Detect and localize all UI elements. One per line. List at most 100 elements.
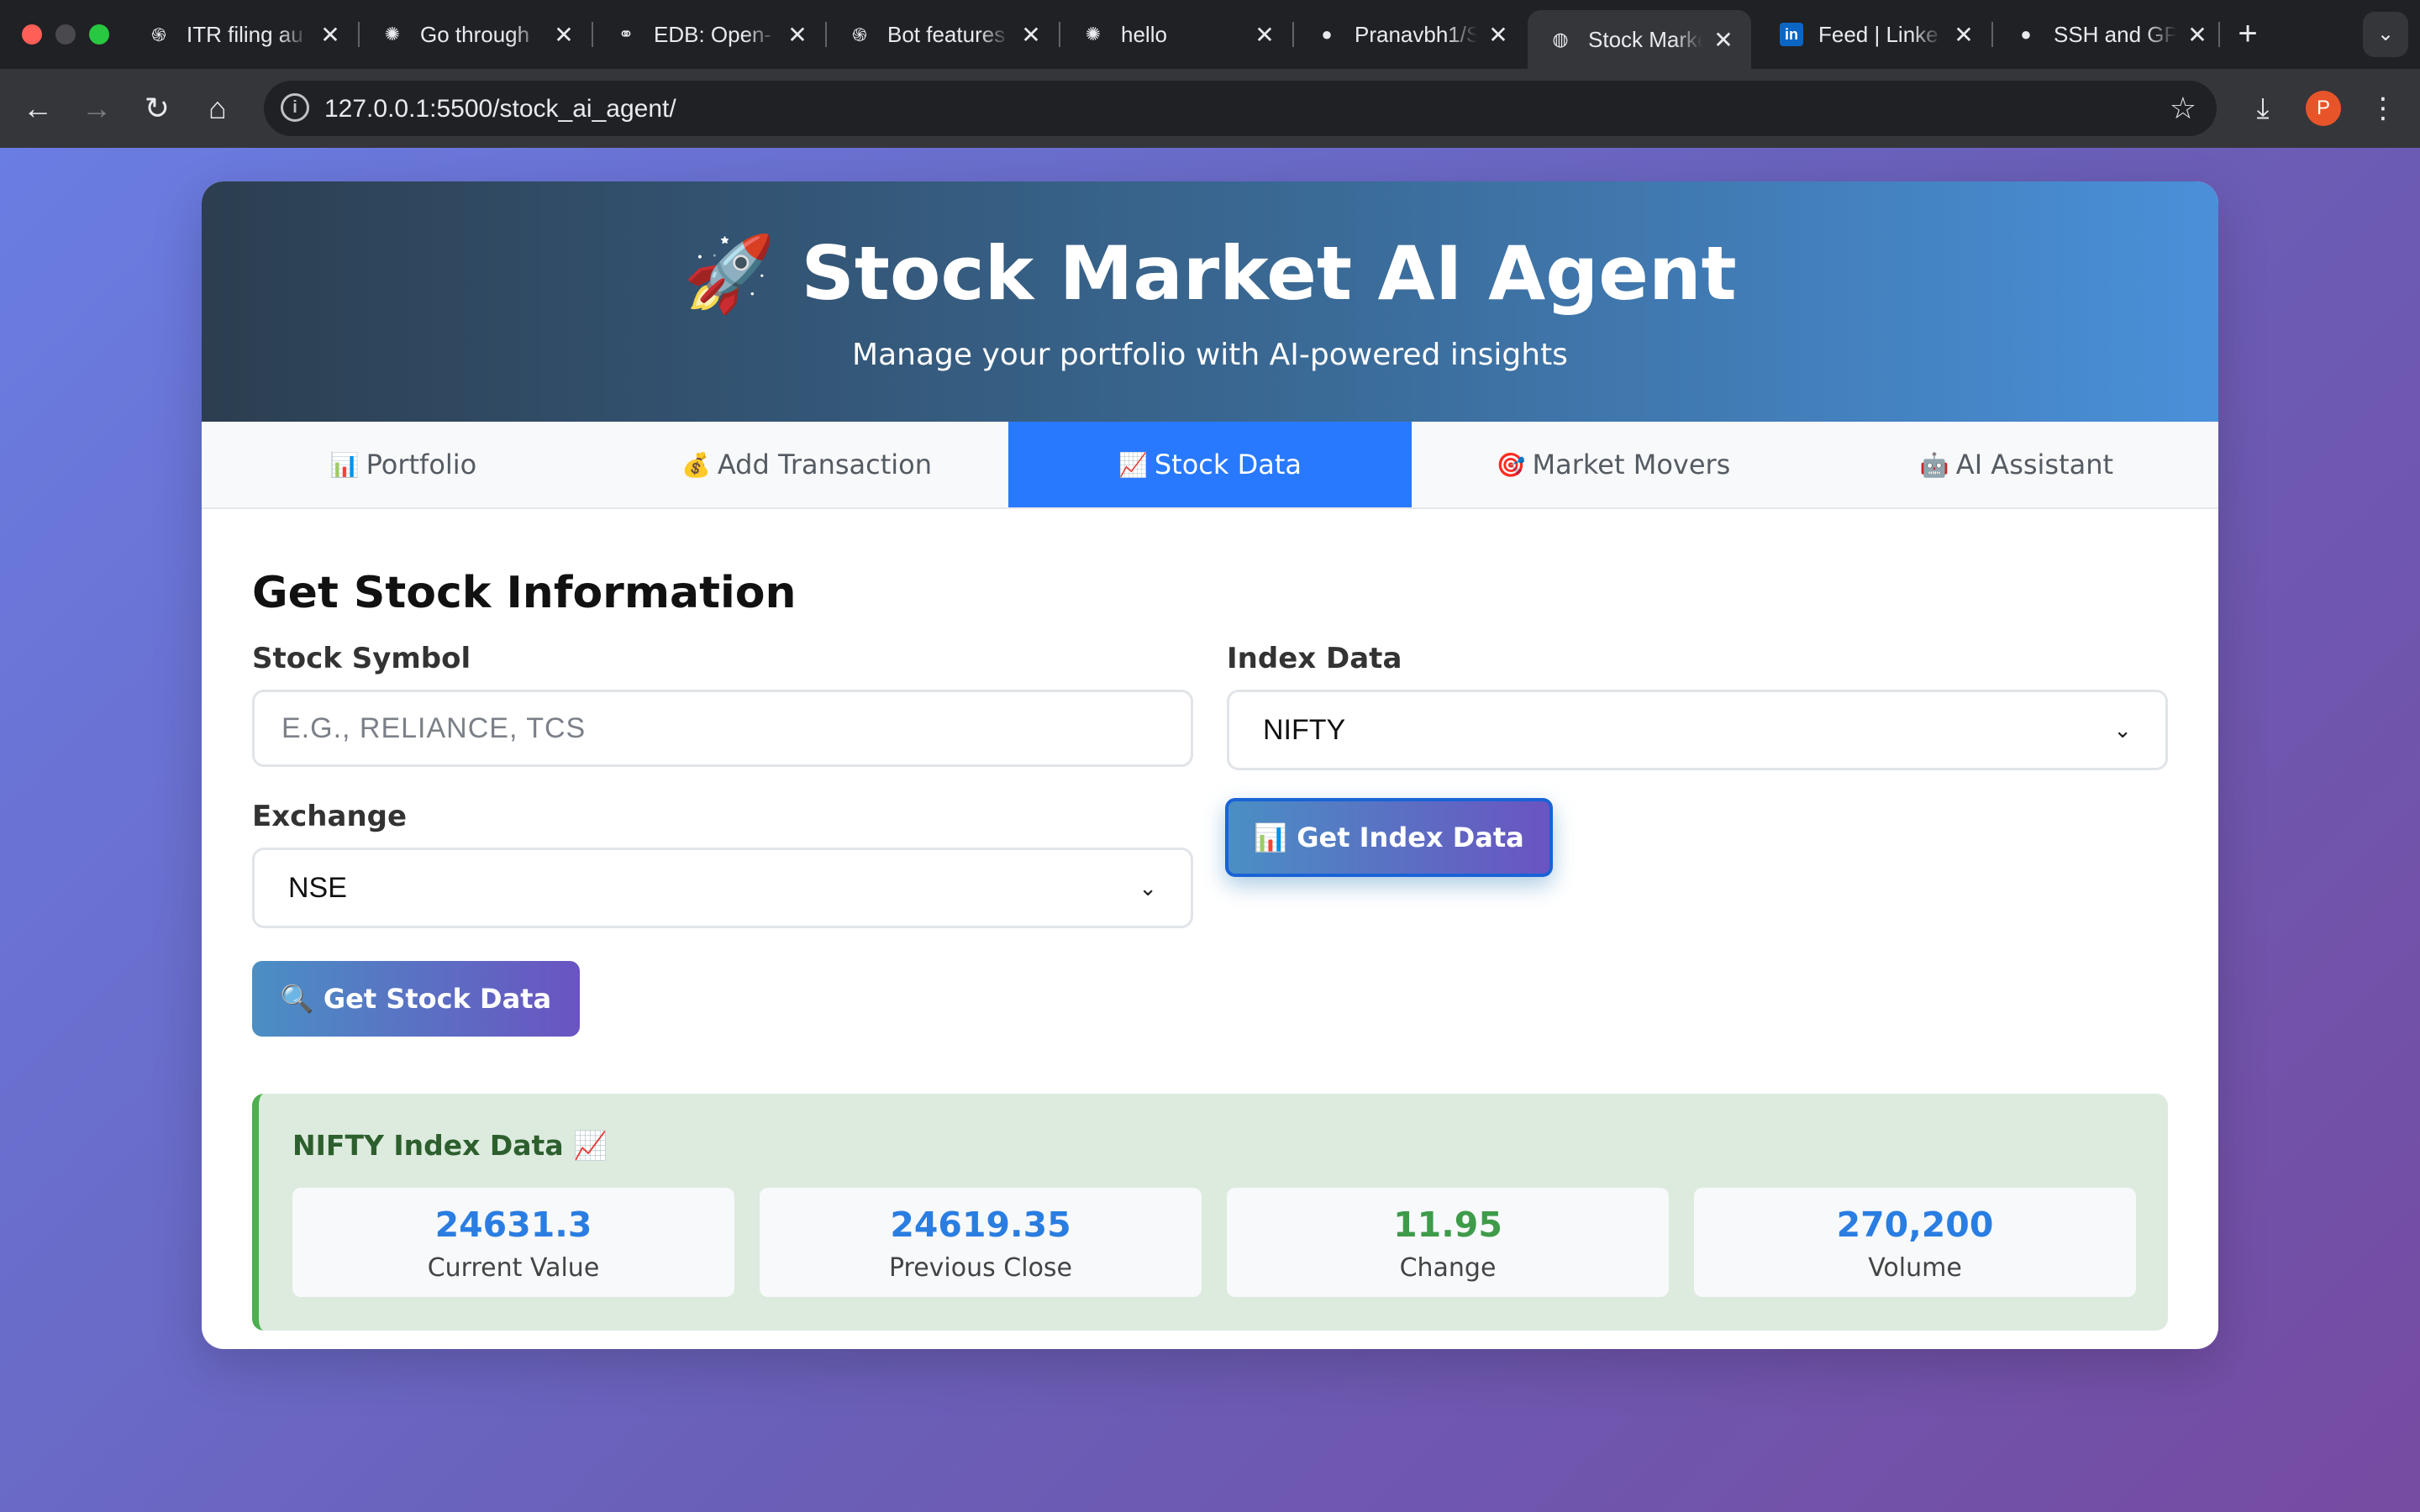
metric-value: 24631.3 bbox=[434, 1205, 592, 1245]
browser-tab[interactable]: ⚭ EDB: Open- ✕ bbox=[593, 10, 825, 59]
browser-tab-title: Feed | Linke bbox=[1818, 21, 1939, 47]
browser-menu-icon[interactable]: ⋮ bbox=[2368, 87, 2398, 129]
browser-tab[interactable]: ● SSH and GP ✕ bbox=[1993, 10, 2225, 59]
tab-search-button[interactable]: ⌄ bbox=[2363, 12, 2408, 57]
browser-tab-title: SSH and GP bbox=[2054, 21, 2176, 47]
chevron-down-icon: ⌄ bbox=[2113, 717, 2132, 743]
index-data-label: Index Data bbox=[1227, 642, 1402, 675]
bookmark-star-icon[interactable]: ☆ bbox=[2170, 91, 2196, 126]
window-zoom-button[interactable] bbox=[89, 24, 109, 45]
close-icon[interactable]: ✕ bbox=[551, 21, 576, 49]
app-card: 🚀 Stock Market AI Agent Manage your port… bbox=[202, 181, 2218, 1349]
close-icon[interactable]: ✕ bbox=[1951, 21, 1976, 49]
globe-icon: ◍ bbox=[1552, 29, 1569, 50]
browser-tab-title: hello bbox=[1121, 21, 1167, 47]
linkedin-icon: in bbox=[1780, 23, 1803, 46]
metric-label: Current Value bbox=[427, 1253, 600, 1283]
github-icon: ● bbox=[1321, 24, 1333, 45]
close-icon[interactable]: ✕ bbox=[318, 21, 343, 49]
address-bar-url[interactable]: 127.0.0.1:5500/stock_ai_agent/ bbox=[324, 95, 676, 123]
app-title: 🚀 Stock Market AI Agent bbox=[683, 230, 1737, 317]
metric-previous-close: 24619.35 Previous Close bbox=[760, 1188, 1202, 1297]
tab-add-transaction[interactable]: 💰 Add Transaction bbox=[605, 422, 1008, 507]
browser-tab[interactable]: ֍ Bot features ✕ bbox=[827, 10, 1059, 59]
tab-portfolio[interactable]: 📊 Portfolio bbox=[202, 422, 605, 507]
cursor-app-icon: ✺ bbox=[1085, 24, 1102, 45]
address-bar[interactable]: i 127.0.0.1:5500/stock_ai_agent/ ☆ bbox=[264, 81, 2217, 136]
browser-tab[interactable]: ✺ hello ✕ bbox=[1060, 10, 1292, 59]
browser-tab-title: ITR filing au bbox=[187, 21, 303, 47]
section-title: Get Stock Information bbox=[252, 568, 797, 618]
openai-icon: ֍ bbox=[151, 24, 166, 45]
window-close-button[interactable] bbox=[22, 24, 42, 45]
cursor-app-icon: ✺ bbox=[384, 24, 401, 45]
browser-tab-title: Go through bbox=[420, 21, 530, 47]
browser-tab-title: Bot features bbox=[887, 21, 1006, 47]
reload-icon[interactable]: ↻ bbox=[136, 87, 178, 129]
money-bag-icon: 💰 bbox=[681, 450, 711, 479]
page-viewport: 🚀 Stock Market AI Agent Manage your port… bbox=[0, 148, 2420, 1512]
chevron-down-icon: ⌄ bbox=[1139, 874, 1157, 900]
close-icon[interactable]: ✕ bbox=[785, 21, 810, 49]
get-stock-data-button[interactable]: 🔍 Get Stock Data bbox=[252, 961, 580, 1037]
home-icon[interactable]: ⌂ bbox=[197, 87, 239, 129]
new-tab-button[interactable]: + bbox=[2228, 15, 2267, 54]
github-icon: ● bbox=[2020, 24, 2032, 45]
browser-tab[interactable]: in Feed | Linke ✕ bbox=[1760, 10, 1991, 59]
app-header: 🚀 Stock Market AI Agent Manage your port… bbox=[202, 181, 2218, 422]
profile-avatar[interactable]: P bbox=[2306, 91, 2341, 126]
metric-value: 11.95 bbox=[1393, 1205, 1502, 1245]
close-icon[interactable]: ✕ bbox=[1486, 21, 1511, 49]
browser-tab-title: Stock Marke bbox=[1588, 26, 1702, 52]
browser-tab-title: Pranavbh1/S bbox=[1355, 21, 1477, 47]
edb-icon: ⚭ bbox=[618, 24, 634, 45]
get-index-data-button[interactable]: 📊 Get Index Data bbox=[1225, 798, 1553, 877]
index-selected-value: NIFTY bbox=[1263, 713, 1346, 746]
metric-value: 270,200 bbox=[1836, 1205, 1994, 1245]
metric-value: 24619.35 bbox=[890, 1205, 1071, 1245]
metric-volume: 270,200 Volume bbox=[1694, 1188, 2136, 1297]
window-minimize-button[interactable] bbox=[55, 24, 76, 45]
browser-toolbar: ← → ↻ ⌂ i 127.0.0.1:5500/stock_ai_agent/… bbox=[0, 69, 2420, 148]
exchange-selected-value: NSE bbox=[288, 871, 347, 904]
index-result-panel: NIFTY Index Data 📈 24631.3 Current Value… bbox=[252, 1094, 2168, 1331]
metric-current-value: 24631.3 Current Value bbox=[292, 1188, 734, 1297]
exchange-select[interactable]: NSE ⌄ bbox=[252, 848, 1193, 928]
robot-icon: 🤖 bbox=[1919, 450, 1949, 479]
bar-chart-icon: 📊 bbox=[329, 450, 360, 479]
browser-tab[interactable]: ● Pranavbh1/S ✕ bbox=[1294, 10, 1526, 59]
chart-up-icon: 📈 bbox=[1118, 450, 1148, 479]
close-icon[interactable]: ✕ bbox=[1018, 21, 1044, 49]
stock-symbol-label: Stock Symbol bbox=[252, 642, 471, 675]
close-icon[interactable]: ✕ bbox=[2185, 21, 2210, 49]
back-icon[interactable]: ← bbox=[17, 87, 59, 129]
exchange-label: Exchange bbox=[252, 800, 408, 833]
close-icon[interactable]: ✕ bbox=[1711, 26, 1736, 54]
stock-symbol-input[interactable] bbox=[252, 690, 1193, 767]
metric-label: Volume bbox=[1868, 1253, 1962, 1283]
browser-tab[interactable]: ֍ ITR filing au ✕ bbox=[126, 10, 358, 59]
tab-label: Portfolio bbox=[366, 449, 477, 480]
metric-label: Previous Close bbox=[888, 1253, 1073, 1283]
result-title: NIFTY Index Data 📈 bbox=[292, 1129, 608, 1162]
openai-icon: ֍ bbox=[852, 24, 867, 45]
app-subtitle: Manage your portfolio with AI-powered in… bbox=[852, 338, 1568, 372]
tab-market-movers[interactable]: 🎯 Market Movers bbox=[1412, 422, 1815, 507]
close-icon[interactable]: ✕ bbox=[1252, 21, 1277, 49]
tab-label: Add Transaction bbox=[717, 449, 933, 480]
forward-icon[interactable]: → bbox=[76, 87, 118, 129]
tab-label: Stock Data bbox=[1154, 449, 1302, 480]
app-tab-bar: 📊 Portfolio 💰 Add Transaction 📈 Stock Da… bbox=[202, 422, 2218, 509]
tab-stock-data[interactable]: 📈 Stock Data bbox=[1008, 422, 1412, 507]
browser-tab-strip: ֍ ITR filing au ✕ ✺ Go through ✕ ⚭ EDB: … bbox=[0, 0, 2420, 69]
site-info-icon[interactable]: i bbox=[281, 93, 309, 122]
metric-label: Change bbox=[1399, 1253, 1497, 1283]
browser-tab[interactable]: ✺ Go through ✕ bbox=[360, 10, 592, 59]
index-select[interactable]: NIFTY ⌄ bbox=[1227, 690, 2168, 770]
target-icon: 🎯 bbox=[1496, 450, 1526, 479]
tab-ai-assistant[interactable]: 🤖 AI Assistant bbox=[1815, 422, 2218, 507]
tab-separator bbox=[2218, 22, 2220, 47]
download-icon[interactable]: ⤓ bbox=[2242, 87, 2284, 129]
browser-tab-active[interactable]: ◍ Stock Marke ✕ bbox=[1528, 10, 1751, 69]
tab-label: Market Movers bbox=[1532, 449, 1731, 480]
